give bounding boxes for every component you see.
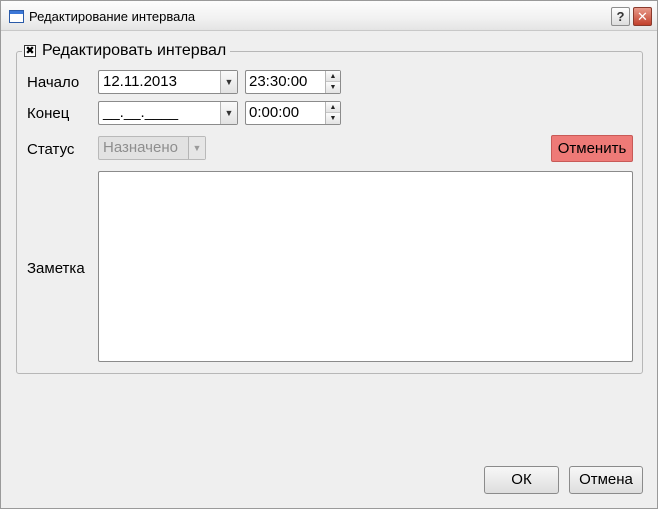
start-time-value: 23:30:00 <box>249 73 308 90</box>
cancel-button[interactable]: Отмена <box>569 466 643 494</box>
cancel-interval-button[interactable]: Отменить <box>551 135 633 162</box>
chevron-down-icon[interactable]: ▼ <box>220 102 237 124</box>
spin-buttons: ▲ ▼ <box>325 71 340 93</box>
edit-interval-label[interactable]: Редактировать интервал <box>42 42 226 60</box>
end-time-value: 0:00:00 <box>249 104 300 121</box>
chevron-down-icon: ▼ <box>188 137 205 159</box>
end-date-combo[interactable]: __.__.____ ▼ <box>98 101 238 125</box>
chevron-down-icon[interactable]: ▼ <box>220 71 237 93</box>
group-header: ✖ Редактировать интервал <box>22 41 231 61</box>
start-date-value: 12.11.2013 <box>103 73 177 90</box>
close-button[interactable]: ✕ <box>633 7 652 26</box>
start-label: Начало <box>27 74 80 91</box>
spin-up-icon[interactable]: ▲ <box>326 71 340 82</box>
start-date-combo[interactable]: 12.11.2013 ▼ <box>98 70 238 94</box>
status-value: Назначено <box>103 139 178 156</box>
dialog-window: Редактирование интервала ? ✕ ✖ Редактиро… <box>0 0 658 509</box>
note-label: Заметка <box>27 260 85 277</box>
end-label: Конец <box>27 105 70 122</box>
spin-down-icon[interactable]: ▼ <box>326 82 340 93</box>
window-title: Редактирование интервала <box>29 9 196 24</box>
start-time-spinbox[interactable]: 23:30:00 ▲ ▼ <box>245 70 341 94</box>
window-icon <box>9 10 24 23</box>
help-button[interactable]: ? <box>611 7 630 26</box>
spin-buttons: ▲ ▼ <box>325 102 340 124</box>
title-bar: Редактирование интервала ? ✕ <box>1 1 657 31</box>
spin-up-icon[interactable]: ▲ <box>326 102 340 113</box>
end-time-spinbox[interactable]: 0:00:00 ▲ ▼ <box>245 101 341 125</box>
ok-button[interactable]: ОК <box>484 466 559 494</box>
status-label: Статус <box>27 141 75 158</box>
note-textarea[interactable] <box>98 171 633 362</box>
spin-down-icon[interactable]: ▼ <box>326 113 340 124</box>
end-date-value: __.__.____ <box>103 104 179 121</box>
edit-interval-checkbox[interactable]: ✖ <box>24 45 36 57</box>
status-combo: Назначено ▼ <box>98 136 206 160</box>
